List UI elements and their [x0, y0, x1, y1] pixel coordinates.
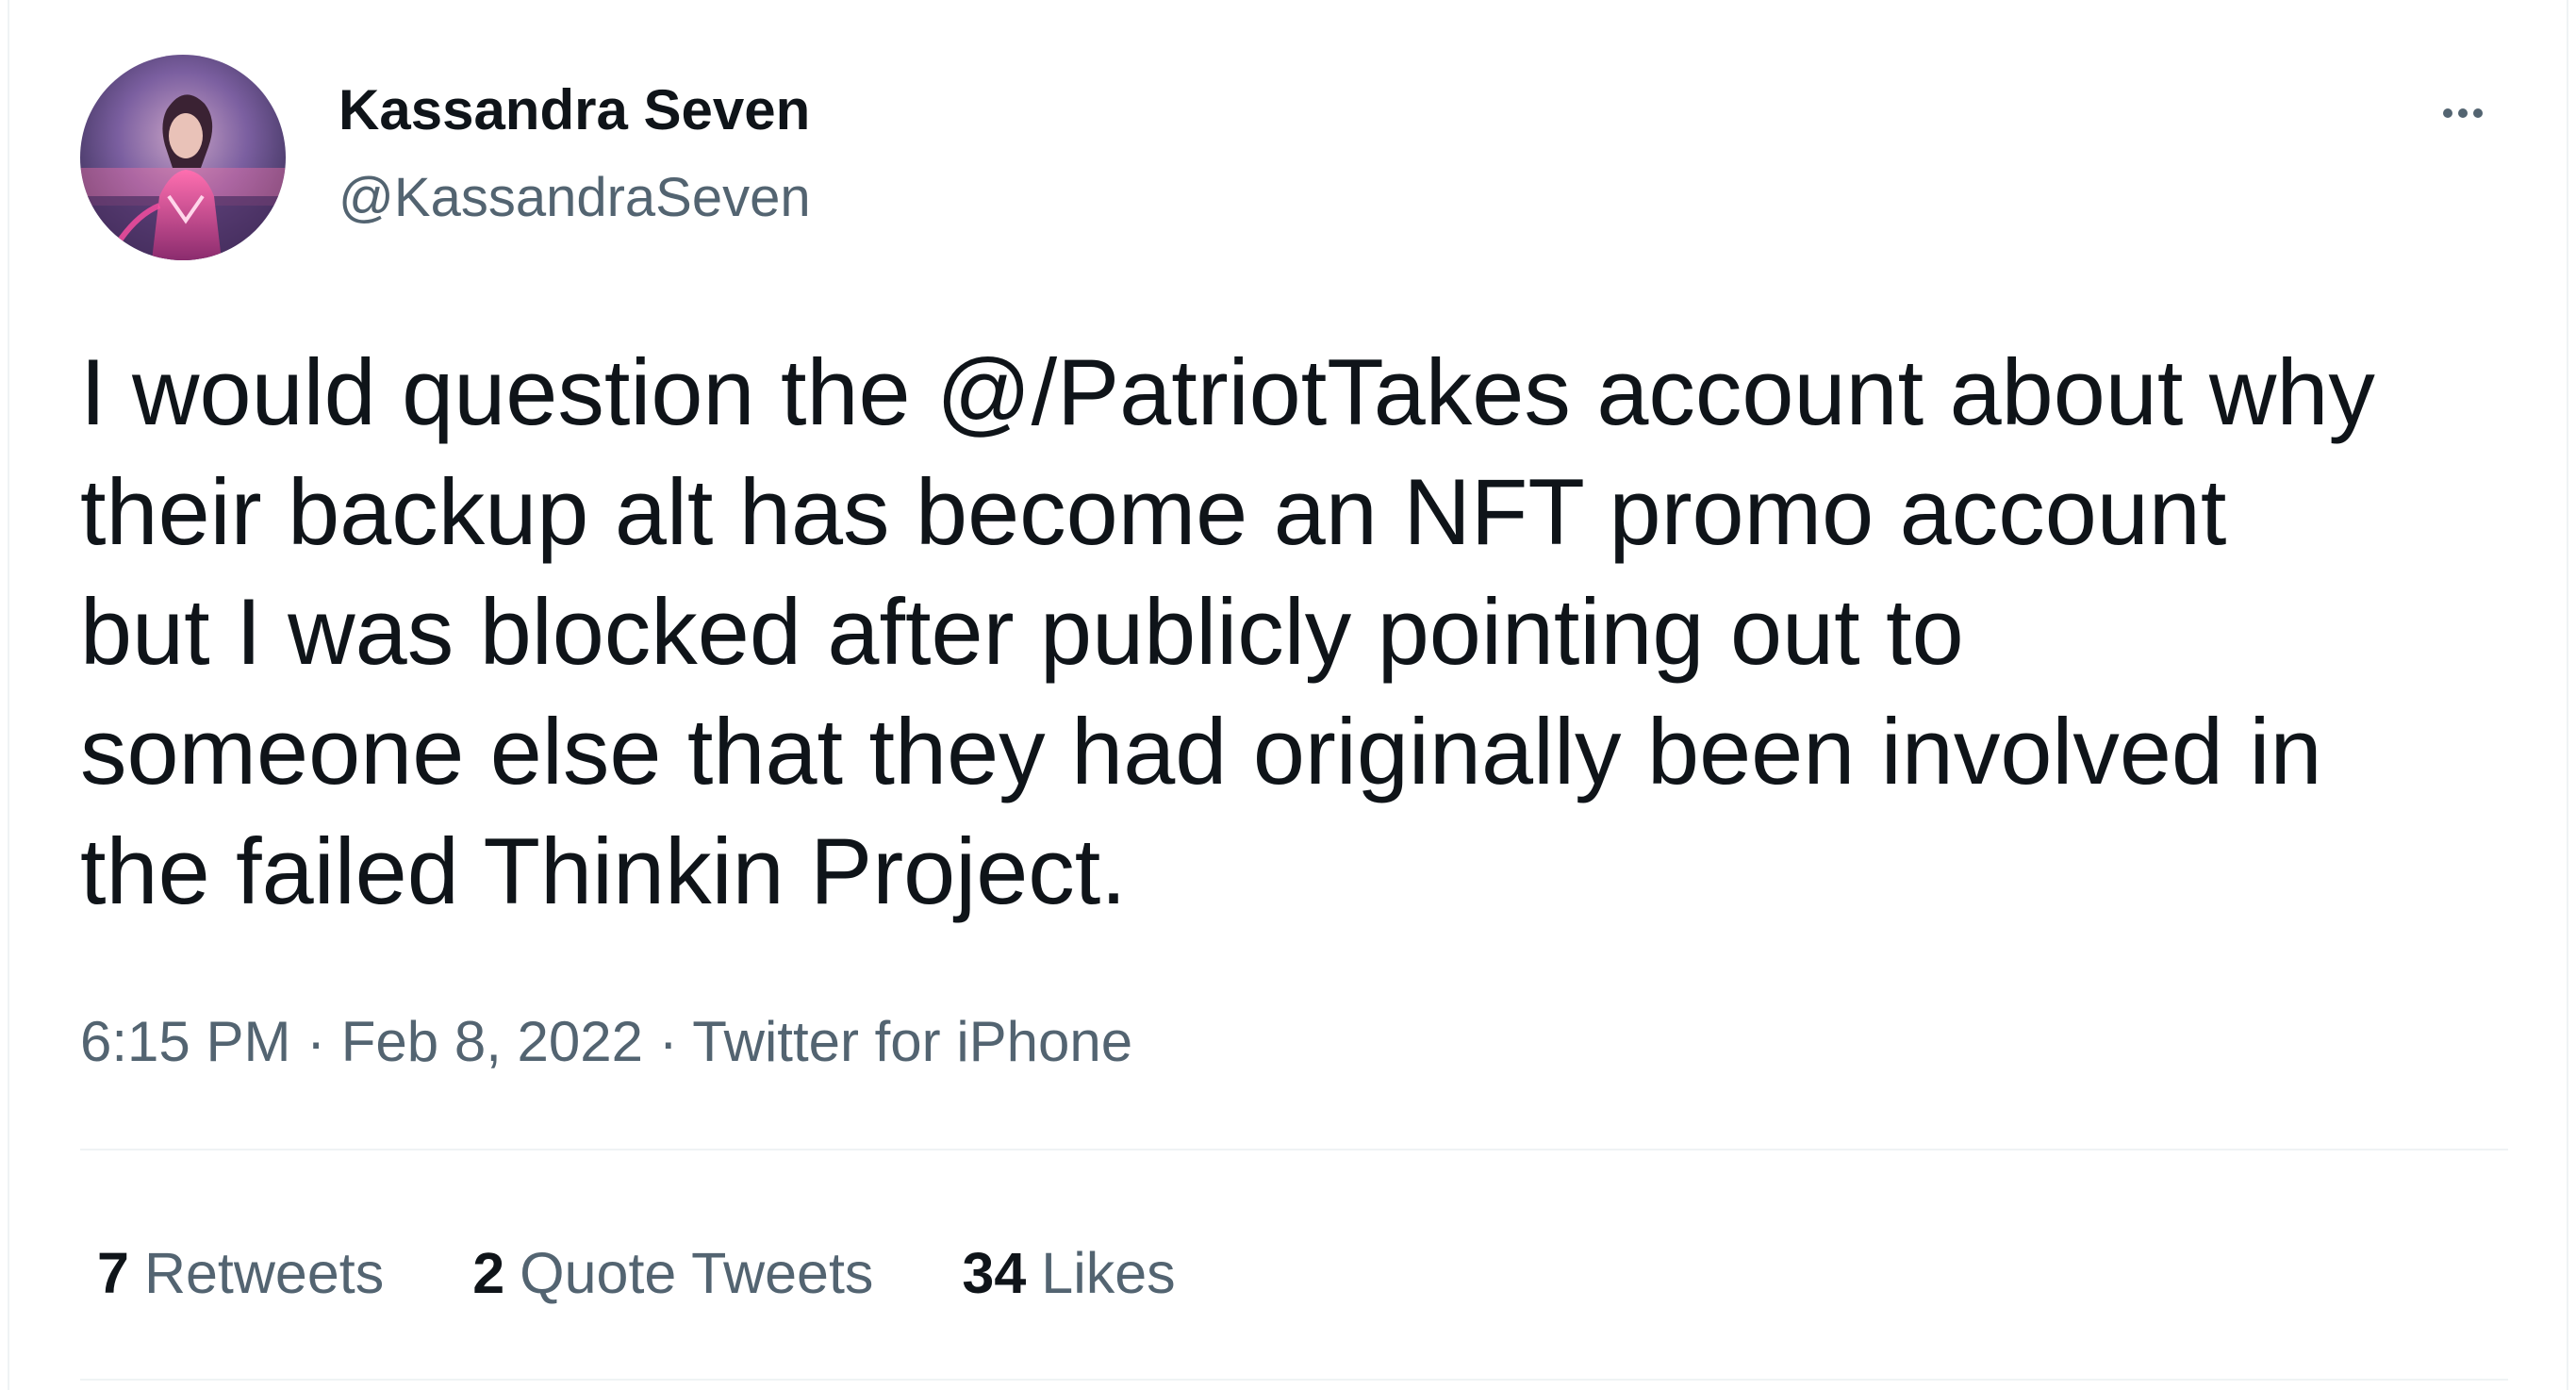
tweet-time-link[interactable]: 6:15 PM [80, 1010, 290, 1073]
tweet-date-link[interactable]: Feb 8, 2022 [341, 1010, 643, 1073]
tweet-metadata: 6:15 PM · Feb 8, 2022 · Twitter for iPho… [80, 1004, 1132, 1080]
avatar-image [80, 55, 286, 260]
meta-separator: · [658, 1010, 678, 1073]
tweet-card: Kassandra Seven @KassandraSeven I would … [8, 0, 2568, 1390]
ellipsis-icon [2443, 108, 2483, 118]
author-avatar[interactable] [80, 55, 286, 260]
likes-count: 34 [962, 1241, 1027, 1305]
engagement-stats: 7 Retweets 2 Quote Tweets 34 Likes [97, 1231, 1176, 1316]
quote-tweets-label: Quote Tweets [520, 1241, 874, 1305]
retweets-stat[interactable]: 7 Retweets [97, 1231, 384, 1316]
likes-stat[interactable]: 34 Likes [962, 1231, 1175, 1316]
tweet-source-link[interactable]: Twitter for iPhone [692, 1010, 1132, 1073]
retweets-label: Retweets [143, 1241, 385, 1305]
likes-label: Likes [1041, 1241, 1176, 1305]
quote-tweets-stat[interactable]: 2 Quote Tweets [472, 1231, 873, 1316]
quote-tweets-count: 2 [472, 1241, 505, 1305]
divider [80, 1149, 2508, 1150]
retweets-count: 7 [97, 1241, 129, 1305]
meta-separator: · [306, 1010, 326, 1073]
more-options-button[interactable] [2423, 85, 2502, 141]
tweet-text: I would question the @/PatriotTakes acco… [80, 339, 2375, 923]
divider [80, 1379, 2508, 1381]
author-handle[interactable]: @KassandraSeven [339, 165, 811, 231]
author-display-name[interactable]: Kassandra Seven [339, 77, 810, 143]
